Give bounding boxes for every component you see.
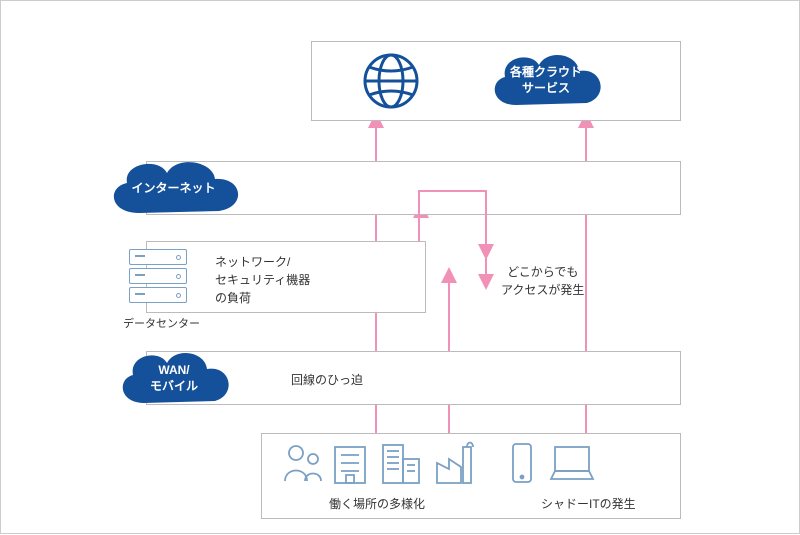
globe-icon [361,51,421,111]
phone-icon [509,441,535,485]
laptop-icon [545,441,599,485]
cloud-wan-label: WAN/ モバイル [150,363,198,394]
shadow-it-label: シャドーITの発生 [541,495,636,512]
building-icon-2 [379,441,423,485]
building-icon-1 [331,441,369,485]
people-icon [281,441,327,485]
cloud-services-label: 各種クラウド サービス [510,65,582,96]
access-anywhere-label: どこからでも アクセスが発生 [501,263,584,299]
cloud-services: 各種クラウド サービス [481,43,611,119]
network-load-label: ネットワーク/ セキュリティ機器 の負荷 [215,253,310,307]
line-strain-label: 回線のひっ迫 [291,371,363,388]
server-icon [129,249,187,306]
factory-icon [433,441,479,485]
workplace-diversity-label: 働く場所の多様化 [329,495,425,512]
cloud-internet: インターネット [101,153,246,225]
cloud-wan: WAN/ モバイル [109,341,239,417]
cloud-internet-label: インターネット [131,181,215,197]
datacenter-label: データセンター [123,315,200,331]
